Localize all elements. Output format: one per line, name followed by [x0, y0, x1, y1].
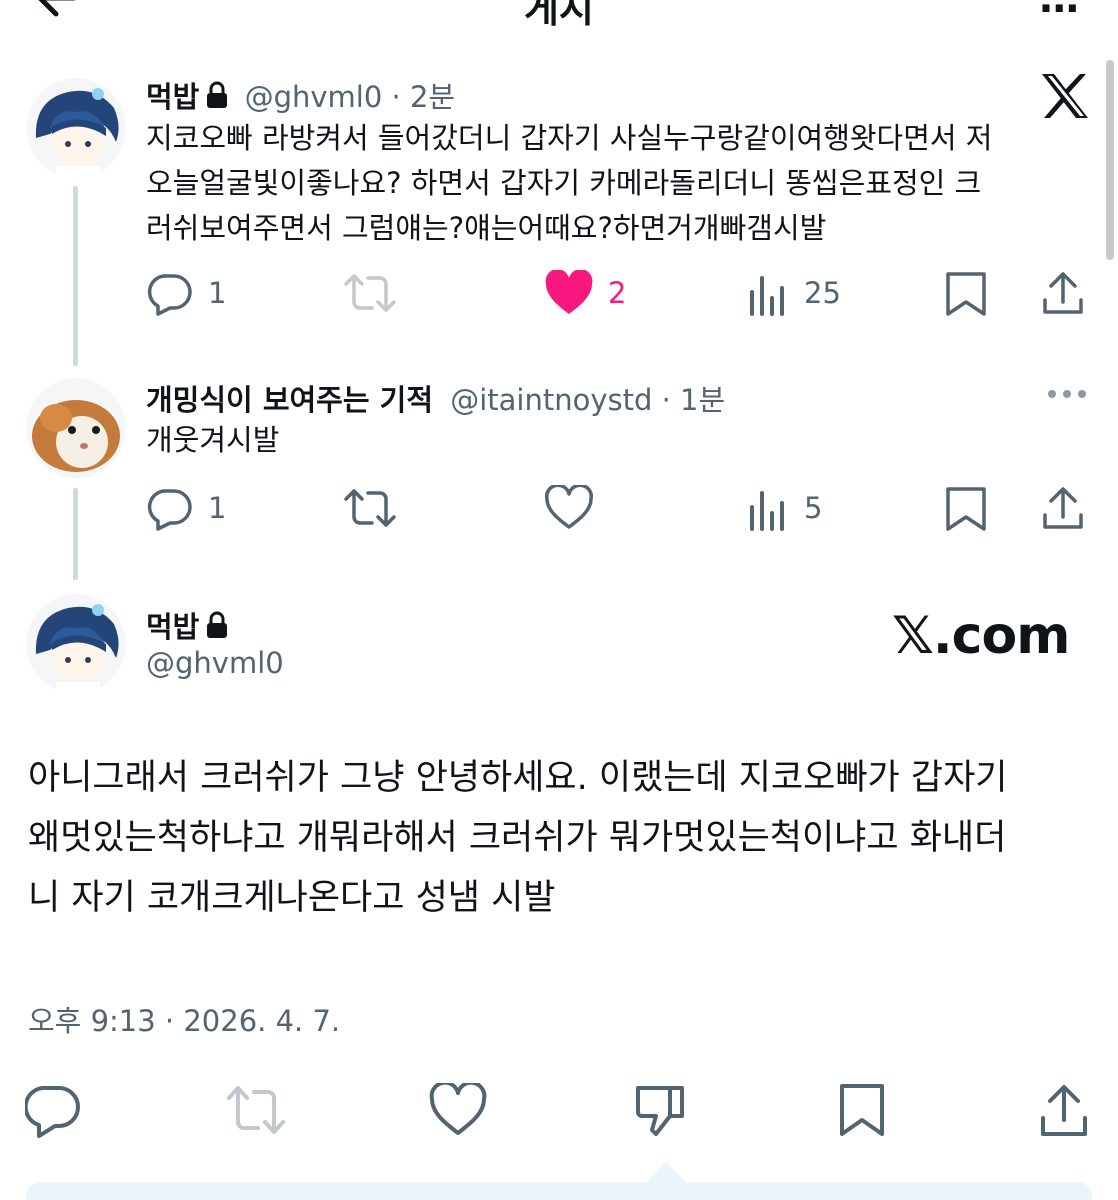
tweet-text-line: 개웃겨시발: [146, 423, 280, 457]
avatar[interactable]: [26, 378, 126, 478]
tweet-text-line: 아니그래서 크러쉬가 그냥 안녕하세요. 이랬는데 지코오빠가 갑자기: [28, 758, 1008, 798]
retweet-icon: [344, 489, 396, 527]
reply-count: 1: [208, 276, 227, 310]
bookmark-button[interactable]: [944, 483, 988, 533]
main-tweet-name: 먹밥: [146, 604, 235, 646]
like-count: 2: [608, 276, 627, 310]
tweet-text: 개웃겨시발: [146, 418, 1086, 463]
thread-line: [73, 488, 78, 580]
retweet-icon: [344, 274, 396, 312]
avatar[interactable]: [26, 78, 126, 178]
thumbs-down-icon: [636, 1086, 684, 1136]
tweet-actions: 1 5: [146, 483, 1096, 533]
reply-count: 1: [208, 491, 227, 525]
tweet-header: 먹밥 @ghvml0 · 2분: [146, 74, 455, 116]
share-button[interactable]: [1034, 1080, 1094, 1140]
tweet-text-line: 오늘얼굴빛이좋나요? 하면서 갑자기 카메라돌리더니 똥씹은표정인 크: [146, 166, 982, 200]
views-button[interactable]: 5: [746, 483, 822, 533]
like-button[interactable]: [428, 1080, 488, 1140]
avatar[interactable]: [26, 594, 126, 694]
handle[interactable]: @ghvml0: [245, 80, 383, 114]
views-icon: [750, 491, 784, 531]
reply-button[interactable]: 1: [146, 268, 226, 318]
reply-button[interactable]: 1: [146, 483, 226, 533]
page-title: 게시: [524, 0, 594, 30]
share-button[interactable]: [1041, 483, 1085, 533]
handle[interactable]: @itaintnoystd: [450, 383, 652, 417]
bookmark-button[interactable]: [832, 1080, 892, 1140]
reply-icon: [147, 274, 192, 316]
x-com-watermark: 𝕏.com: [892, 606, 1070, 666]
handle[interactable]: @ghvml0: [146, 646, 284, 680]
reply-icon: [25, 1085, 80, 1138]
display-name[interactable]: 먹밥: [146, 610, 199, 644]
reply-button[interactable]: [24, 1080, 84, 1140]
like-button[interactable]: [544, 483, 594, 533]
bookmark-icon: [946, 272, 986, 316]
thread-line: [73, 186, 78, 366]
bookmark-icon: [946, 487, 986, 531]
top-bar: 게시 ...: [0, 0, 1118, 30]
heart-filled-icon: [545, 270, 593, 314]
share-icon: [1041, 1085, 1087, 1136]
retweet-button[interactable]: [344, 268, 396, 318]
more-options-icon[interactable]: ...: [1038, 0, 1080, 22]
post-timestamp[interactable]: 오후 9:13 · 2026. 4. 7.: [28, 998, 340, 1040]
tweet-actions: 1 2 25: [146, 268, 1096, 318]
tweet-text-line: 러쉬보여주면서 그럼얘는?얘는어때요?하면거개빠갬시발: [146, 211, 827, 245]
tweet-header: 개밍식이 보여주는 기적 @itaintnoystd · 1분: [146, 377, 725, 419]
retweet-button[interactable]: [344, 483, 396, 533]
lock-icon: [205, 81, 229, 116]
post-time[interactable]: · 1분: [662, 383, 726, 417]
bookmark-button[interactable]: [944, 268, 988, 318]
bookmark-icon: [840, 1084, 884, 1136]
heart-icon: [544, 485, 594, 529]
main-tweet-actions: [0, 1080, 1118, 1140]
share-icon: [1043, 487, 1083, 529]
scrollbar[interactable]: [1106, 60, 1114, 260]
downvote-button[interactable]: [630, 1080, 690, 1140]
lock-icon: [205, 611, 229, 646]
main-tweet-text: 아니그래서 크러쉬가 그냥 안녕하세요. 이랬는데 지코오빠가 갑자기 왜멋있는…: [28, 748, 1088, 928]
share-button[interactable]: [1041, 268, 1085, 318]
retweet-button[interactable]: [226, 1080, 286, 1140]
views-button[interactable]: 25: [746, 268, 841, 318]
share-icon: [1043, 272, 1083, 314]
display-name[interactable]: 먹밥: [146, 80, 199, 114]
heart-icon: [429, 1083, 487, 1135]
views-icon: [750, 276, 784, 316]
main-tweet-handle: @ghvml0: [146, 646, 284, 680]
retweet-icon: [227, 1086, 285, 1134]
tweet-text-line: 왜멋있는척하냐고 개뭐라해서 크러쉬가 뭐가멋있는척이냐고 화내더: [28, 818, 1007, 858]
reply-composer[interactable]: [26, 1182, 1092, 1200]
more-icon[interactable]: [1046, 386, 1088, 406]
tweet-text: 지코오빠 라방켜서 들어갔더니 갑자기 사실누구랑같이여행왓다면서 저 오늘얼굴…: [146, 116, 1086, 251]
reply-icon: [147, 489, 192, 531]
reply-box-caret: [646, 1162, 686, 1182]
view-count: 5: [804, 491, 823, 525]
tweet-text-line: 니 자기 코개크게나온다고 성냄 시발: [28, 878, 556, 918]
like-button[interactable]: 2: [544, 268, 626, 318]
view-count: 25: [804, 276, 841, 310]
tweet-text-line: 지코오빠 라방켜서 들어갔더니 갑자기 사실누구랑같이여행왓다면서 저: [146, 121, 993, 155]
display-name[interactable]: 개밍식이 보여주는 기적: [146, 383, 433, 417]
post-time[interactable]: · 2분: [392, 80, 456, 114]
